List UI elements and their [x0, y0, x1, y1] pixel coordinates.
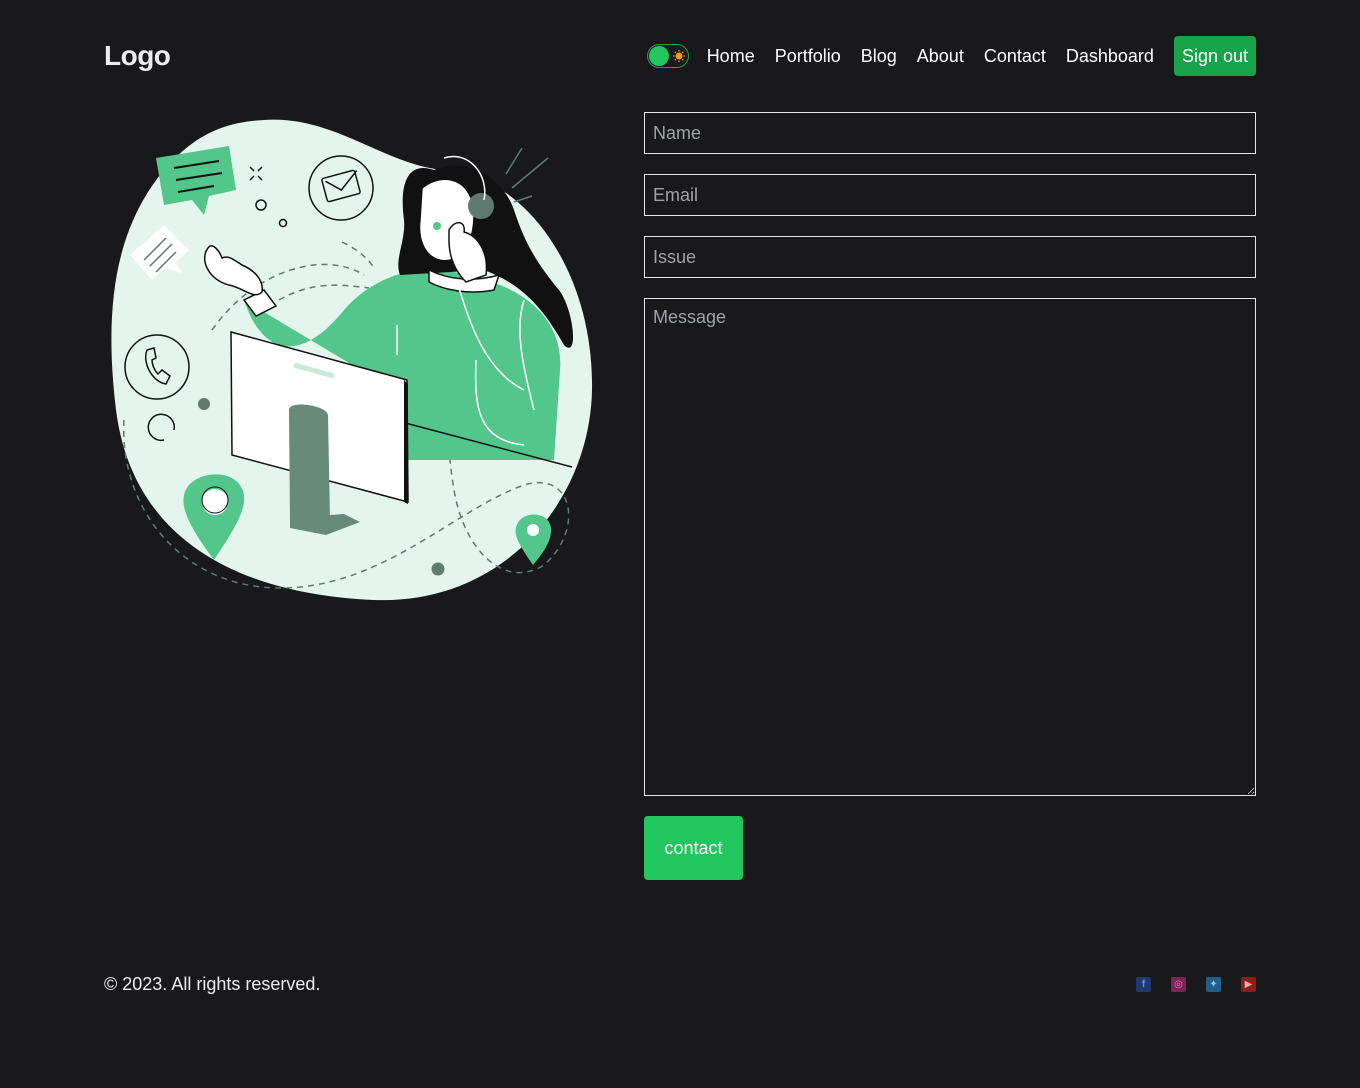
theme-toggle[interactable] — [646, 44, 689, 68]
main-nav: Home Portfolio Blog About Contact Dashbo… — [646, 36, 1256, 76]
sign-out-button[interactable]: Sign out — [1173, 36, 1256, 76]
toggle-knob — [648, 46, 669, 66]
twitter-icon[interactable]: ✦ — [1206, 976, 1221, 992]
message-textarea[interactable] — [644, 298, 1256, 796]
contact-submit-button[interactable]: contact — [644, 816, 743, 880]
nav-blog[interactable]: Blog — [861, 46, 897, 67]
instagram-icon[interactable]: ◎ — [1171, 976, 1186, 992]
nav-home[interactable]: Home — [707, 46, 755, 67]
site-footer: © 2023. All rights reserved. f ◎ ✦ ▶ — [104, 972, 1256, 996]
youtube-icon[interactable]: ▶ — [1241, 976, 1256, 992]
site-header: Logo Home Portfolio Blog About Contact D… — [104, 36, 1256, 76]
email-input[interactable] — [644, 174, 1256, 216]
logo[interactable]: Logo — [104, 40, 171, 72]
nav-portfolio[interactable]: Portfolio — [775, 46, 841, 67]
contact-form: contact — [644, 112, 1256, 880]
customer-support-illustration — [111, 119, 593, 601]
name-input[interactable] — [644, 112, 1256, 154]
copyright-text: © 2023. All rights reserved. — [104, 973, 321, 994]
nav-dashboard[interactable]: Dashboard — [1066, 46, 1154, 67]
sun-icon — [672, 50, 685, 62]
facebook-icon[interactable]: f — [1136, 976, 1151, 992]
issue-input[interactable] — [644, 236, 1256, 278]
nav-about[interactable]: About — [917, 46, 964, 67]
social-links: f ◎ ✦ ▶ — [1116, 976, 1256, 992]
nav-contact[interactable]: Contact — [984, 46, 1046, 67]
